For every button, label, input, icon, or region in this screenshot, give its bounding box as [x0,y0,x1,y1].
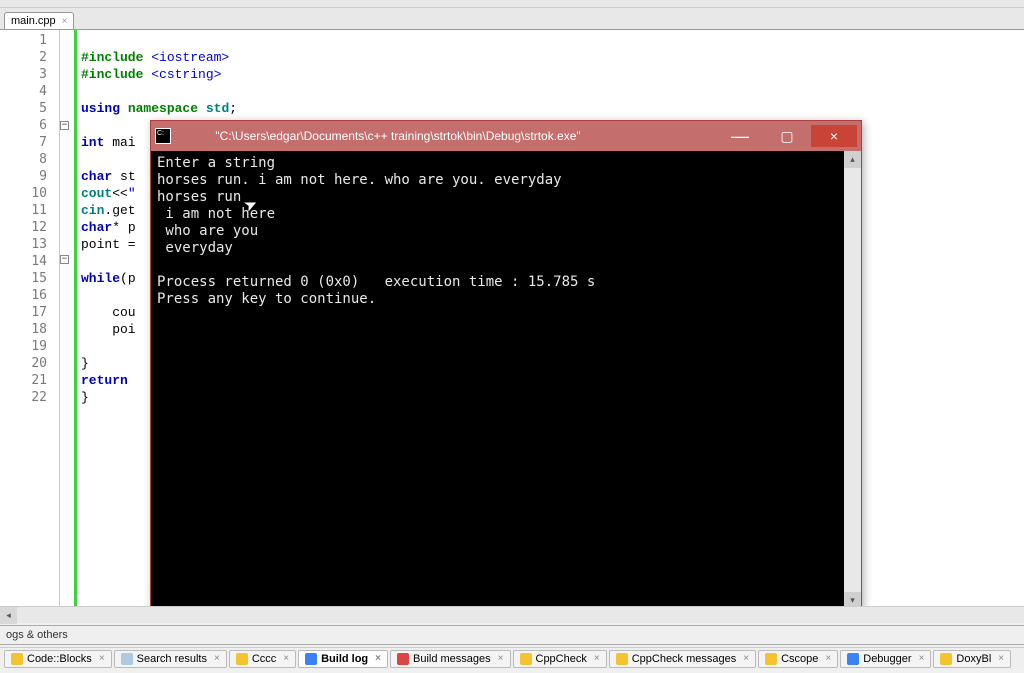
close-icon[interactable]: × [214,653,220,664]
close-icon[interactable]: × [498,653,504,664]
tab-label: Search results [137,653,207,665]
close-icon[interactable]: × [919,653,925,664]
tab-label: CppCheck [536,653,587,665]
tab-label: Build messages [413,653,491,665]
logs-panel-header[interactable]: ogs & others [0,625,1024,645]
close-icon[interactable]: × [825,653,831,664]
bottom-tab-cppcheck[interactable]: CppCheck × [513,650,607,668]
close-icon[interactable]: × [594,653,600,664]
tab-icon [520,653,532,665]
close-button[interactable]: × [811,125,857,147]
tab-icon [236,653,248,665]
minimize-button[interactable]: — [717,125,763,147]
bottom-tab-cscope[interactable]: Cscope × [758,650,838,668]
bottom-tab-search-results[interactable]: Search results × [114,650,227,668]
close-icon[interactable]: × [62,16,68,27]
scroll-up-icon[interactable]: ▴ [844,151,861,168]
console-titlebar[interactable]: "C:\Users\edgar\Documents\c++ training\s… [151,121,861,151]
bottom-tab-build-log[interactable]: Build log × [298,650,388,668]
console-body[interactable]: Enter a string horses run. i am not here… [151,151,861,609]
bottom-tab-cppcheck-messages[interactable]: CppCheck messages × [609,650,756,668]
tab-label: Debugger [863,653,911,665]
tab-label: Cccc [252,653,276,665]
close-icon[interactable]: × [375,653,381,664]
tab-label: CppCheck messages [632,653,737,665]
tab-label: Cscope [781,653,818,665]
tab-icon [940,653,952,665]
close-icon[interactable]: × [998,653,1004,664]
scroll-left-icon[interactable]: ◂ [0,607,17,624]
file-tab-main-cpp[interactable]: main.cpp × [4,12,74,29]
tab-label: Build log [321,653,368,665]
tab-icon [765,653,777,665]
maximize-button[interactable]: ▢ [764,125,810,147]
console-scrollbar[interactable]: ▴ ▾ [844,151,861,609]
bottom-tab-code-blocks[interactable]: Code::Blocks × [4,650,112,668]
fold-toggle-icon[interactable]: − [60,121,69,130]
tab-icon [616,653,628,665]
tab-label: DoxyBl [956,653,991,665]
bottom-tab-doxybl[interactable]: DoxyBl × [933,650,1011,668]
console-icon [155,128,171,144]
file-tab-label: main.cpp [11,15,56,27]
tab-icon [847,653,859,665]
tab-icon [397,653,409,665]
bottom-tab-build-messages[interactable]: Build messages × [390,650,511,668]
console-output: Enter a string horses run. i am not here… [151,151,861,312]
close-icon[interactable]: × [283,653,289,664]
tab-icon [305,653,317,665]
bottom-tab-debugger[interactable]: Debugger × [840,650,931,668]
top-toolbar [0,0,1024,8]
tab-icon [11,653,23,665]
file-tab-bar: main.cpp × [0,8,1024,30]
line-number-gutter: 1 2 3 4 5 6 7 8 9 10 11 12 13 14 15 16 1… [0,30,60,610]
tab-icon [121,653,133,665]
fold-gutter: − − [60,30,74,610]
bottom-tab-cccc[interactable]: Cccc × [229,650,296,668]
tab-label: Code::Blocks [27,653,92,665]
close-icon[interactable]: × [99,653,105,664]
close-icon[interactable]: × [743,653,749,664]
console-title: "C:\Users\edgar\Documents\c++ training\s… [179,129,717,143]
console-window[interactable]: "C:\Users\edgar\Documents\c++ training\s… [150,120,862,610]
bottom-tab-bar: Code::Blocks×Search results×Cccc×Build l… [0,647,1024,669]
horizontal-scrollbar[interactable]: ◂ [0,606,1024,623]
fold-toggle-icon[interactable]: − [60,255,69,264]
